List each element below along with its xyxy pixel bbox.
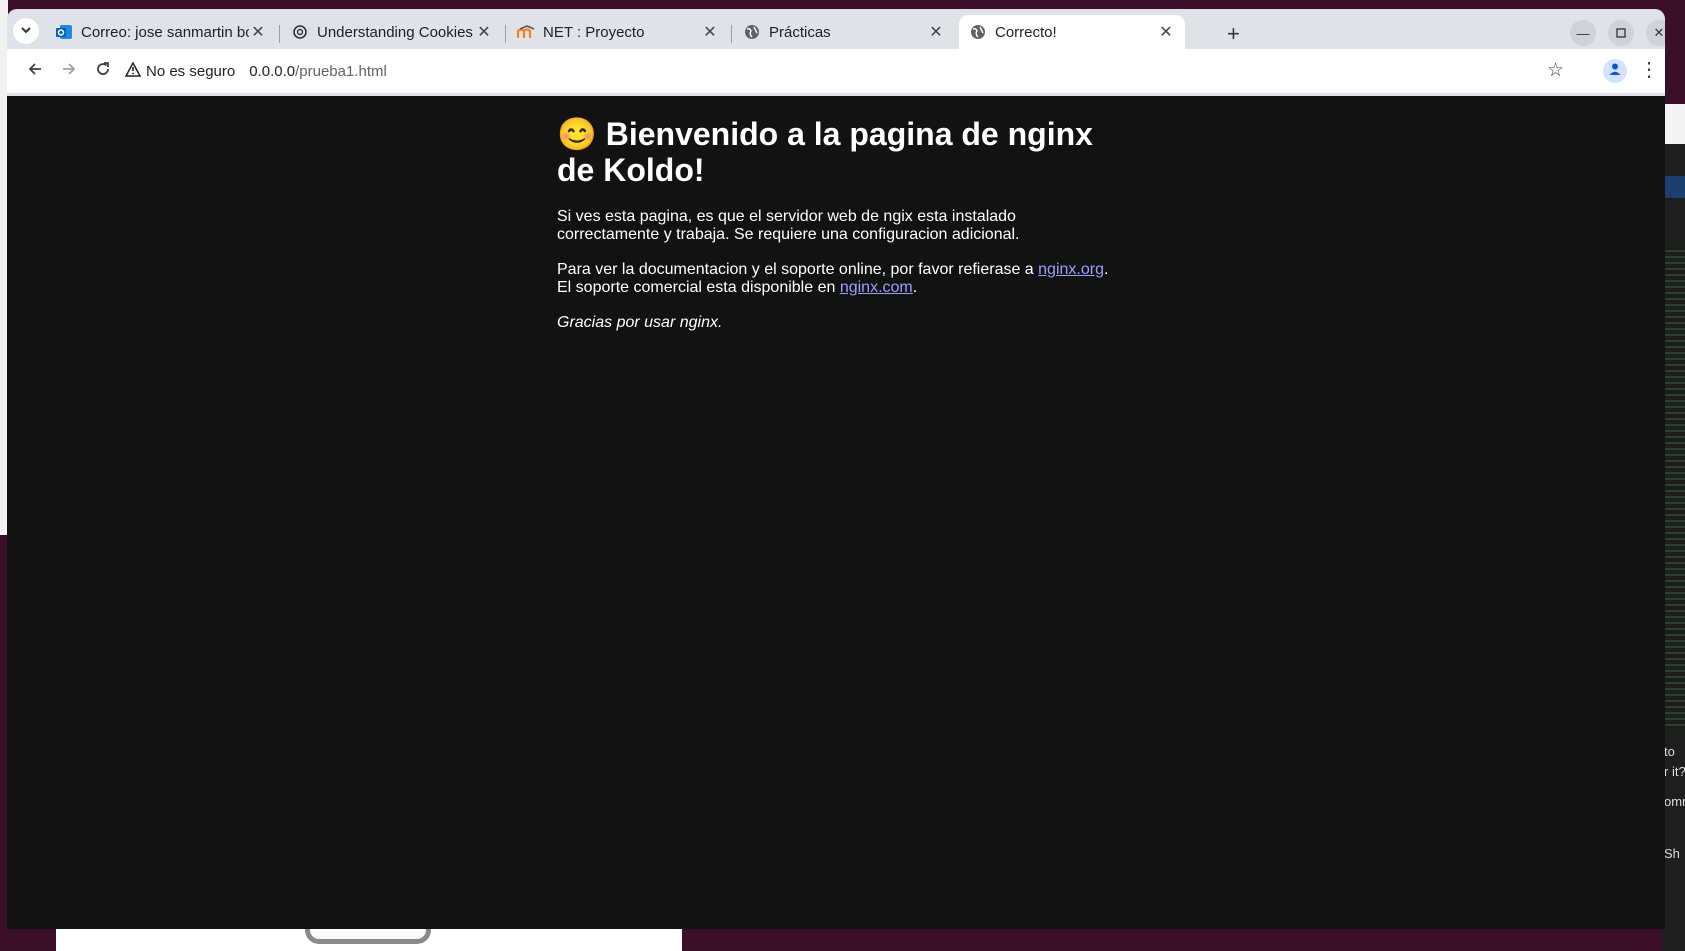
background-text: Sh (1664, 846, 1680, 861)
support-prefix: Para ver la documentacion y el soporte o… (557, 261, 1039, 278)
close-icon[interactable]: ✕ (475, 22, 493, 42)
globe-icon (743, 23, 761, 41)
support-mid: El soporte comercial esta disponible en (557, 279, 840, 296)
background-text: to (1664, 744, 1675, 759)
back-button[interactable] (21, 57, 49, 85)
heading-line-1: 😊 Bienvenido a la pagina de nginx (557, 116, 1093, 152)
tab-understanding-cookies[interactable]: Understanding Cookies B ✕ (281, 15, 503, 49)
profile-button[interactable] (1603, 59, 1627, 83)
warning-icon (124, 60, 142, 81)
tab-correo[interactable]: Correo: jose sanmartin bo ✕ (45, 15, 277, 49)
arrow-left-icon (27, 61, 43, 82)
thanks-paragraph: Gracias por usar nginx. (557, 314, 1117, 332)
new-tab-button[interactable]: + (1227, 21, 1240, 47)
intro-line-1: Si ves esta pagina, es que el servidor w… (557, 208, 1016, 225)
toolbar: No es seguro 0.0.0.0/prueba1.html ☆ ⋮ (7, 49, 1665, 93)
browser-window: Correo: jose sanmartin bo ✕ Understandin… (7, 9, 1665, 929)
tab-title: Prácticas (769, 23, 831, 41)
background-editor-tab (1662, 176, 1685, 198)
background-editor-minimap (1665, 250, 1685, 730)
close-icon[interactable]: ✕ (701, 22, 719, 42)
address-bar[interactable]: No es seguro 0.0.0.0/prueba1.html (124, 53, 1555, 89)
tab-title: Correcto! (995, 23, 1057, 41)
globe-icon (969, 23, 987, 41)
close-window-button[interactable]: ✕ (1646, 20, 1665, 46)
menu-kebab-icon[interactable]: ⋮ (1639, 57, 1659, 82)
nginx-org-link[interactable]: nginx.org (1038, 261, 1104, 278)
profile-icon (1608, 62, 1622, 81)
support-paragraph: Para ver la documentacion y el soporte o… (557, 261, 1109, 296)
close-icon[interactable]: ✕ (927, 22, 945, 42)
page-heading: 😊 Bienvenido a la pagina de nginx de Kol… (557, 116, 1117, 188)
tab-title: NET : Proyecto (543, 23, 645, 41)
tab-practicas[interactable]: Prácticas ✕ (733, 15, 955, 49)
tab-separator (505, 25, 506, 43)
tab-net-proyecto[interactable]: NET : Proyecto ✕ (507, 15, 729, 49)
background-text: r it? (1664, 764, 1685, 779)
nginx-com-link[interactable]: nginx.com (840, 279, 913, 296)
forward-button[interactable] (55, 57, 83, 85)
maximize-button[interactable] (1608, 20, 1634, 46)
openai-icon (291, 23, 309, 41)
bookmark-star-icon[interactable]: ☆ (1547, 59, 1564, 82)
minimize-button[interactable]: — (1570, 20, 1596, 46)
reload-icon (95, 61, 111, 82)
chevron-down-icon (20, 24, 32, 39)
outlook-icon (55, 23, 73, 41)
minimize-icon: — (1576, 25, 1590, 41)
arrow-right-icon (61, 61, 77, 82)
intro-line-2: correctamente y trabaja. Se requiere una… (557, 226, 1020, 243)
url-host: 0.0.0.0 (249, 62, 296, 80)
page-viewport: 😊 Bienvenido a la pagina de nginx de Kol… (7, 96, 1665, 929)
moodle-icon (517, 23, 535, 41)
close-icon: ✕ (1653, 25, 1665, 40)
tab-search-button[interactable] (13, 18, 39, 44)
tab-strip: Correo: jose sanmartin bo ✕ Understandin… (7, 9, 1665, 49)
background-editor-header (1662, 104, 1685, 144)
tab-separator (731, 25, 732, 43)
intro-paragraph: Si ves esta pagina, es que el servidor w… (557, 208, 1117, 244)
security-indicator[interactable]: No es seguro (124, 60, 236, 81)
thanks-text: Gracias por usar nginx. (557, 314, 723, 331)
page-content: 😊 Bienvenido a la pagina de nginx de Kol… (557, 116, 1117, 349)
background-text: omn (1664, 794, 1685, 809)
maximize-icon (1616, 26, 1626, 41)
tab-title: Understanding Cookies B (317, 23, 475, 41)
url-path: /prueba1.html (295, 62, 387, 80)
reload-button[interactable] (89, 57, 117, 85)
tab-title: Correo: jose sanmartin bo (81, 23, 249, 41)
close-icon[interactable]: ✕ (1157, 22, 1175, 42)
tab-separator (279, 25, 280, 43)
security-label: No es seguro (146, 62, 236, 80)
heading-line-2: de Koldo! (557, 152, 705, 188)
close-icon[interactable]: ✕ (249, 22, 267, 42)
tab-correcto[interactable]: Correcto! ✕ (959, 15, 1185, 49)
